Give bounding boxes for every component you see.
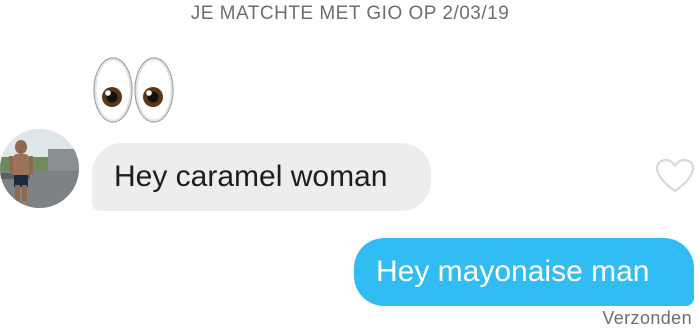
- message-status: Verzonden: [602, 308, 692, 328]
- match-date-header: JE MATCHTE MET GIO OP 2/03/19: [190, 3, 510, 24]
- chat-screen: JE MATCHTE MET GIO OP 2/03/19 Hey carame…: [0, 0, 700, 333]
- sent-message-bubble[interactable]: Hey mayonaise man: [354, 238, 694, 306]
- sent-message-text: Hey mayonaise man: [376, 255, 650, 288]
- received-message-text: Hey caramel woman: [114, 160, 388, 193]
- heart-icon[interactable]: [655, 158, 695, 194]
- eyes-emoji-icon: [93, 55, 175, 125]
- match-avatar[interactable]: [0, 129, 79, 208]
- received-message-bubble[interactable]: Hey caramel woman: [92, 143, 431, 211]
